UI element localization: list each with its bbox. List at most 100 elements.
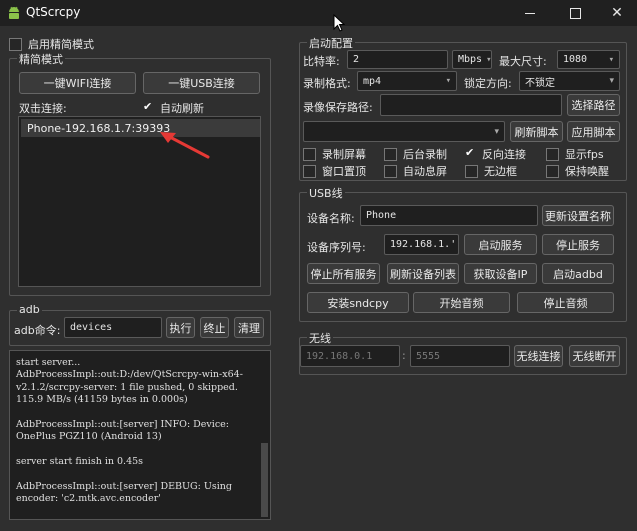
option-label: 窗口置顶: [322, 165, 366, 178]
start-service-button[interactable]: 启动服务: [464, 234, 537, 255]
record-format-label: 录制格式:: [303, 77, 351, 90]
wireless-group-title: 无线: [307, 330, 333, 346]
serial-label: 设备序列号:: [307, 241, 366, 254]
serial-value: 192.168.1.': [390, 239, 457, 250]
ip-port-separator: :: [402, 349, 406, 362]
lock-orientation-value: 不锁定: [525, 77, 555, 89]
always-on-top-checkbox[interactable]: 窗口置顶: [303, 163, 366, 179]
max-size-select[interactable]: 1080 ▾: [557, 50, 620, 69]
record-format-select[interactable]: mp4 ▾: [357, 71, 457, 91]
stop-service-button[interactable]: 停止服务: [542, 234, 614, 255]
option-label: 无边框: [484, 165, 517, 178]
max-size-value: 1080: [563, 54, 588, 65]
run-button[interactable]: 执行: [166, 317, 195, 338]
device-list[interactable]: Phone-192.168.1.7:39393: [18, 116, 261, 287]
checkbox-box: [465, 164, 478, 178]
stop-button[interactable]: 终止: [200, 317, 229, 338]
usb-connect-button[interactable]: 一键USB连接: [143, 72, 260, 94]
bitrate-input[interactable]: 2: [347, 50, 448, 69]
record-screen-checkbox[interactable]: 录制屏幕: [303, 146, 366, 162]
chevron-down-icon: ▾: [494, 126, 499, 137]
lock-orientation-label: 锁定方向:: [464, 77, 512, 90]
red-arrow-annotation: [160, 132, 210, 159]
frameless-checkbox[interactable]: 无边框: [465, 163, 517, 179]
adb-group-title: adb: [17, 303, 42, 316]
serial-select[interactable]: 192.168.1.' ▾: [384, 234, 459, 255]
log-text: start server... AdbProcessImpl::out:D:/d…: [16, 357, 243, 505]
stop-audio-button[interactable]: 停止音频: [517, 292, 614, 313]
launch-config-title: 启动配置: [307, 35, 355, 51]
start-audio-button[interactable]: 开始音频: [413, 292, 510, 313]
checkbox-box: [384, 164, 397, 178]
background-record-checkbox[interactable]: 后台录制: [384, 146, 447, 162]
rename-device-button[interactable]: 更新设置名称: [542, 205, 614, 226]
bitrate-unit-select[interactable]: Mbps ▾: [452, 50, 492, 69]
device-list-item[interactable]: Phone-192.168.1.7:39393: [21, 119, 260, 137]
refresh-script-button[interactable]: 刷新脚本: [510, 121, 563, 142]
show-fps-checkbox[interactable]: 显示fps: [546, 146, 604, 162]
log-output[interactable]: start server... AdbProcessImpl::out:D:/d…: [9, 350, 271, 520]
checkbox-box: [384, 147, 397, 161]
select-path-button[interactable]: 选择路径: [567, 94, 620, 116]
usb-group-title: USB线: [307, 185, 345, 201]
lock-orientation-select[interactable]: 不锁定 ▾: [519, 71, 620, 91]
option-label: 保持唤醒: [565, 165, 609, 178]
checkbox-box: [9, 37, 22, 51]
window-title: QtScrcpy: [26, 5, 81, 19]
get-device-ip-button[interactable]: 获取设备IP: [464, 263, 537, 284]
bitrate-label: 比特率:: [303, 55, 340, 68]
mouse-cursor-icon: [333, 14, 345, 32]
max-size-label: 最大尺寸:: [499, 55, 547, 68]
wireless-disconnect-button[interactable]: 无线断开: [569, 345, 620, 367]
clear-button[interactable]: 清理: [234, 317, 264, 338]
double-click-label: 双击连接:: [19, 102, 67, 115]
reverse-connection-checkbox[interactable]: 反向连接: [465, 146, 526, 162]
device-name-input[interactable]: Phone: [360, 205, 538, 226]
checkbox-box: [546, 164, 559, 178]
record-path-label: 录像保存路径:: [303, 101, 373, 114]
option-label: 反向连接: [482, 148, 526, 161]
start-adbd-button[interactable]: 启动adbd: [542, 263, 614, 284]
option-label: 显示fps: [565, 148, 604, 161]
maximize-button[interactable]: [555, 0, 595, 26]
wireless-ip-input[interactable]: 192.168.0.1: [300, 345, 400, 367]
bitrate-unit-value: Mbps: [458, 54, 483, 65]
adb-command-label: adb命令:: [14, 324, 61, 337]
maximize-icon: [569, 7, 581, 19]
simple-mode-group-title: 精简模式: [17, 51, 65, 67]
wireless-port-input[interactable]: 5555: [410, 345, 510, 367]
chevron-down-icon: ▾: [608, 54, 614, 65]
adb-command-input[interactable]: devices: [64, 317, 162, 338]
log-scrollbar-thumb[interactable]: [261, 443, 268, 517]
wifi-connect-button[interactable]: 一键WIFI连接: [19, 72, 136, 94]
refresh-devices-button[interactable]: 刷新设备列表: [387, 263, 459, 284]
stay-awake-checkbox[interactable]: 保持唤醒: [546, 163, 609, 179]
apply-script-button[interactable]: 应用脚本: [567, 121, 620, 142]
minimize-icon: [525, 12, 535, 14]
script-select[interactable]: ▾: [303, 121, 505, 142]
chevron-down-icon: ▾: [445, 76, 451, 86]
stop-all-services-button[interactable]: 停止所有服务: [307, 263, 380, 284]
record-format-value: mp4: [363, 75, 382, 87]
checkbox-check-icon: [465, 146, 476, 160]
wireless-connect-button[interactable]: 无线连接: [514, 345, 563, 367]
minimize-button[interactable]: [510, 0, 550, 26]
simple-mode-label: 启用精简模式: [28, 38, 94, 51]
chevron-down-icon: ▾: [609, 76, 614, 86]
checkbox-box: [303, 164, 316, 178]
record-path-input[interactable]: [380, 94, 562, 116]
chevron-down-icon: ▾: [486, 54, 492, 65]
checkbox-box: [546, 147, 559, 161]
auto-screen-off-checkbox[interactable]: 自动息屏: [384, 163, 447, 179]
title-bar[interactable]: QtScrcpy ✕: [0, 0, 637, 26]
install-sndcpy-button[interactable]: 安装sndcpy: [307, 292, 409, 313]
auto-refresh-checkbox[interactable]: 自动刷新: [143, 100, 204, 116]
option-label: 后台录制: [403, 148, 447, 161]
close-button[interactable]: ✕: [597, 0, 637, 26]
auto-refresh-label: 自动刷新: [160, 102, 204, 115]
option-label: 录制屏幕: [322, 148, 366, 161]
android-app-icon: [9, 6, 19, 19]
device-name-label: 设备名称:: [307, 212, 355, 225]
simple-mode-checkbox[interactable]: 启用精简模式: [9, 36, 94, 52]
checkbox-box: [303, 147, 316, 161]
